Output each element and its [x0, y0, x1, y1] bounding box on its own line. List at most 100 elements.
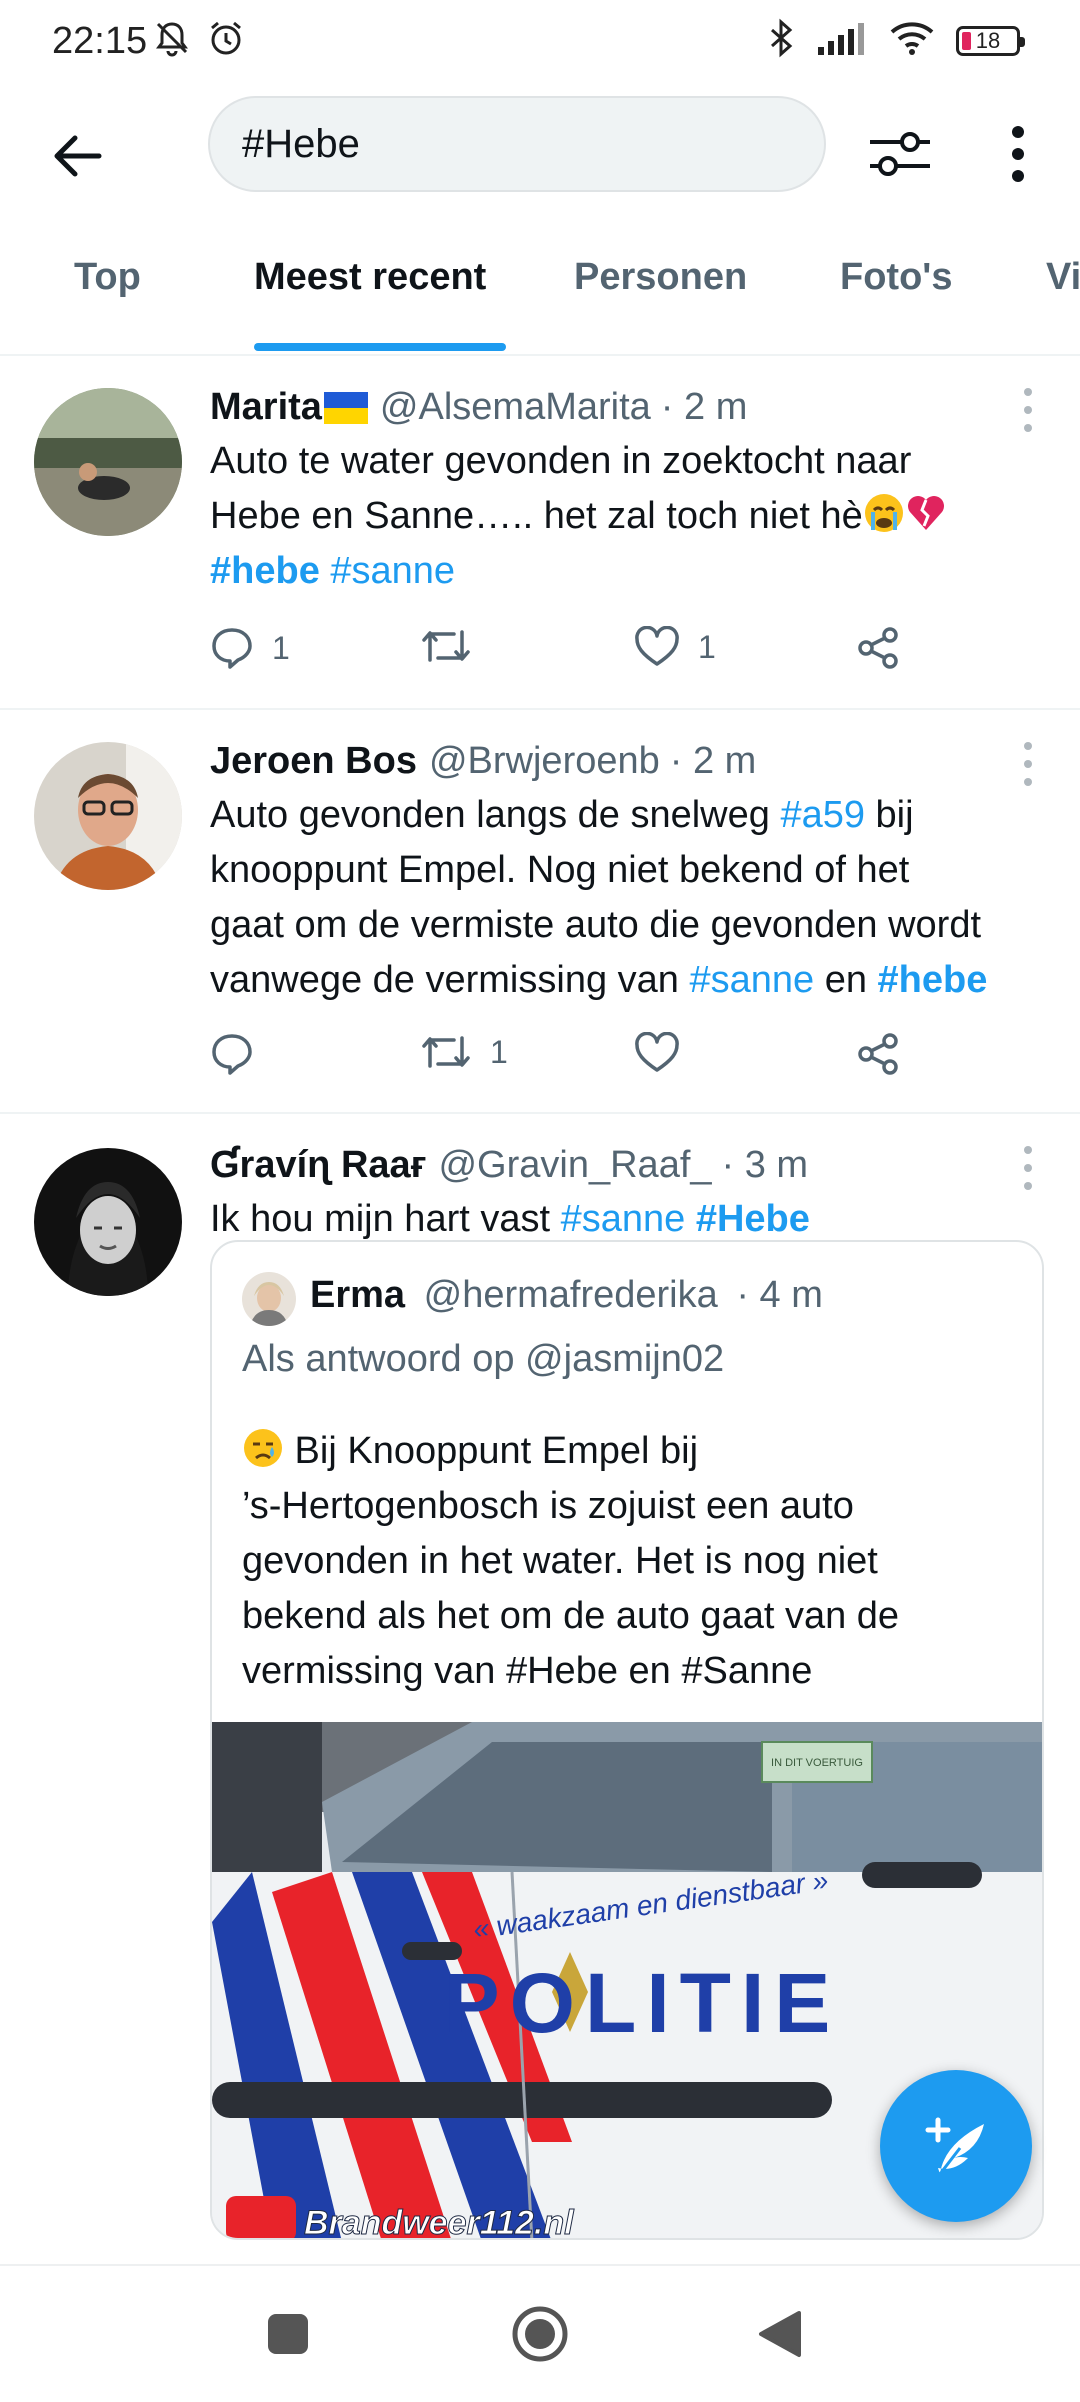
active-tab-indicator — [254, 343, 506, 351]
tweet-time: · 2 m — [669, 740, 757, 782]
alarm-icon — [206, 18, 246, 63]
home-button[interactable] — [500, 2294, 580, 2374]
tweet-text-line: gaat om de vermiste auto die gevonden wo… — [210, 904, 982, 946]
retweet-count: 1 — [490, 1033, 508, 1070]
tweet-menu-icon[interactable] — [1016, 742, 1040, 786]
circle-home-icon — [512, 2306, 568, 2362]
quoted-text-line: ’s-Hertogenbosch is zojuist een auto — [242, 1485, 854, 1527]
author-handle[interactable]: @Gravin_Raaf_ — [438, 1144, 711, 1187]
avatar[interactable] — [34, 1148, 182, 1296]
signal-icon — [816, 21, 868, 60]
like-button[interactable] — [634, 1032, 698, 1074]
sliders-icon — [870, 132, 930, 176]
broken-heart-emoji — [907, 496, 944, 530]
hashtag-link[interactable]: #Hebe — [696, 1198, 810, 1240]
reply-button[interactable]: 1 — [210, 626, 290, 670]
author-name[interactable]: Jeroen Bos — [210, 740, 417, 783]
share-icon — [858, 627, 898, 669]
search-query: #Hebe — [242, 121, 360, 166]
share-icon — [858, 1033, 898, 1075]
author-name[interactable]: Ɠravíɳ Raaғ — [210, 1144, 426, 1187]
quoted-tweet-time: · 4 m — [736, 1274, 823, 1316]
kebab-menu-icon — [1012, 126, 1024, 182]
crying-face-emoji — [864, 494, 903, 532]
author-handle[interactable]: @AlsemaMarita — [380, 386, 651, 429]
quoted-text-line: gevonden in het water. Het is nog niet — [242, 1540, 878, 1582]
battery-level: 18 — [975, 27, 1001, 53]
bluetooth-icon — [768, 18, 796, 63]
share-button[interactable] — [856, 626, 900, 670]
tab-top[interactable]: Top — [74, 256, 141, 299]
search-filter-button[interactable] — [860, 114, 940, 194]
tab-videos[interactable]: Vi — [1046, 256, 1080, 299]
battery-icon: 18 — [956, 25, 1025, 56]
reply-context[interactable]: Als antwoord op @jasmijn02 — [242, 1338, 724, 1381]
reply-icon — [212, 1034, 252, 1075]
quoted-author-name[interactable]: Erma — [310, 1274, 405, 1316]
search-input[interactable]: #Hebe — [208, 96, 826, 192]
avatar[interactable] — [34, 388, 182, 536]
tweet-text-line: vanwege de vermissing van — [210, 959, 690, 1001]
bell-off-icon — [152, 18, 192, 63]
share-button[interactable] — [856, 1032, 900, 1076]
wifi-icon — [888, 20, 936, 61]
author-handle[interactable]: @Brwjeroenb — [429, 740, 660, 783]
tweet-text-line: Ik hou mijn hart vast — [210, 1198, 561, 1240]
tweet-text-line: Hebe en Sanne….. het zal toch niet hè — [210, 495, 863, 537]
heart-icon — [635, 1032, 679, 1072]
tweet[interactable]: Marita @AlsemaMarita · 2 m Auto te water… — [0, 356, 1080, 710]
quoted-text-line: Bij Knooppunt Empel bij — [284, 1430, 699, 1472]
like-button[interactable]: 1 — [634, 626, 716, 668]
reply-button[interactable] — [210, 1032, 272, 1076]
back-button[interactable] — [42, 120, 114, 192]
hashtag-link[interactable]: #hebe — [878, 959, 988, 1001]
search-header: #Hebe — [0, 84, 1080, 214]
avatar[interactable] — [34, 742, 182, 890]
tweet-text-line: bij — [864, 794, 914, 836]
tweet-time: · 3 m — [721, 1144, 809, 1186]
reply-count: 1 — [272, 629, 290, 666]
status-time: 22:15 — [52, 20, 148, 62]
compose-tweet-button[interactable] — [880, 2070, 1032, 2222]
car-brand-text: POLITIE — [444, 1956, 841, 2050]
tweet-menu-icon[interactable] — [1016, 1146, 1040, 1190]
hashtag-link[interactable]: #sanne — [561, 1198, 686, 1240]
crying-face-emoji — [244, 1429, 282, 1467]
more-options-button[interactable] — [990, 114, 1046, 194]
ukraine-flag-emoji — [323, 391, 368, 424]
author-name[interactable]: Marita — [210, 386, 322, 429]
car-sticker-text: IN DIT VOERTUIG — [771, 1757, 863, 1769]
hashtag-link[interactable]: #a59 — [780, 794, 865, 836]
back-nav-button[interactable] — [740, 2294, 820, 2374]
quoted-tweet-text: Bij Knooppunt Empel bij ’s-Hertogenbosch… — [242, 1424, 1022, 1699]
retweet-icon — [422, 1036, 470, 1068]
feather-plus-icon — [925, 2117, 984, 2175]
tweet-text-line: en — [814, 959, 878, 1001]
reply-icon — [212, 628, 252, 669]
tab-latest[interactable]: Meest recent — [254, 256, 486, 299]
tweet-menu-icon[interactable] — [1016, 388, 1040, 432]
quoted-text-line: bekend als het om de auto gaat van de — [242, 1595, 900, 1637]
hashtag-link[interactable]: #sanne — [330, 550, 455, 592]
like-count: 1 — [698, 628, 716, 665]
heart-icon — [635, 626, 679, 666]
tweet-text-line: knooppunt Empel. Nog niet bekend of het — [210, 849, 910, 891]
tweet-time: · 2 m — [660, 386, 748, 428]
tab-people[interactable]: Personen — [574, 256, 747, 299]
tweet-text: Auto te water gevonden in zoektocht naar… — [210, 434, 1050, 599]
recent-apps-button[interactable] — [248, 2294, 328, 2374]
tweet[interactable]: Jeroen Bos @Brwjeroenb · 2 m Auto gevond… — [0, 710, 1080, 1114]
search-tabs: Top Meest recent Personen Foto's Vi — [0, 226, 1080, 356]
retweet-button[interactable] — [420, 626, 490, 666]
tweet-text-line: Auto gevonden langs de snelweg — [210, 794, 781, 836]
arrow-left-icon — [54, 135, 102, 177]
retweet-icon — [422, 630, 470, 662]
triangle-back-icon — [759, 2311, 801, 2357]
hashtag-link[interactable]: #hebe — [210, 550, 320, 592]
quoted-text-line: vermissing van #Hebe en #Sanne — [242, 1650, 813, 1692]
tab-photos[interactable]: Foto's — [840, 256, 952, 299]
retweet-button[interactable]: 1 — [420, 1032, 508, 1072]
hashtag-link[interactable]: #sanne — [689, 959, 814, 1001]
quoted-avatar[interactable] — [242, 1272, 296, 1326]
quoted-author-handle[interactable]: @hermafrederika — [424, 1274, 718, 1316]
